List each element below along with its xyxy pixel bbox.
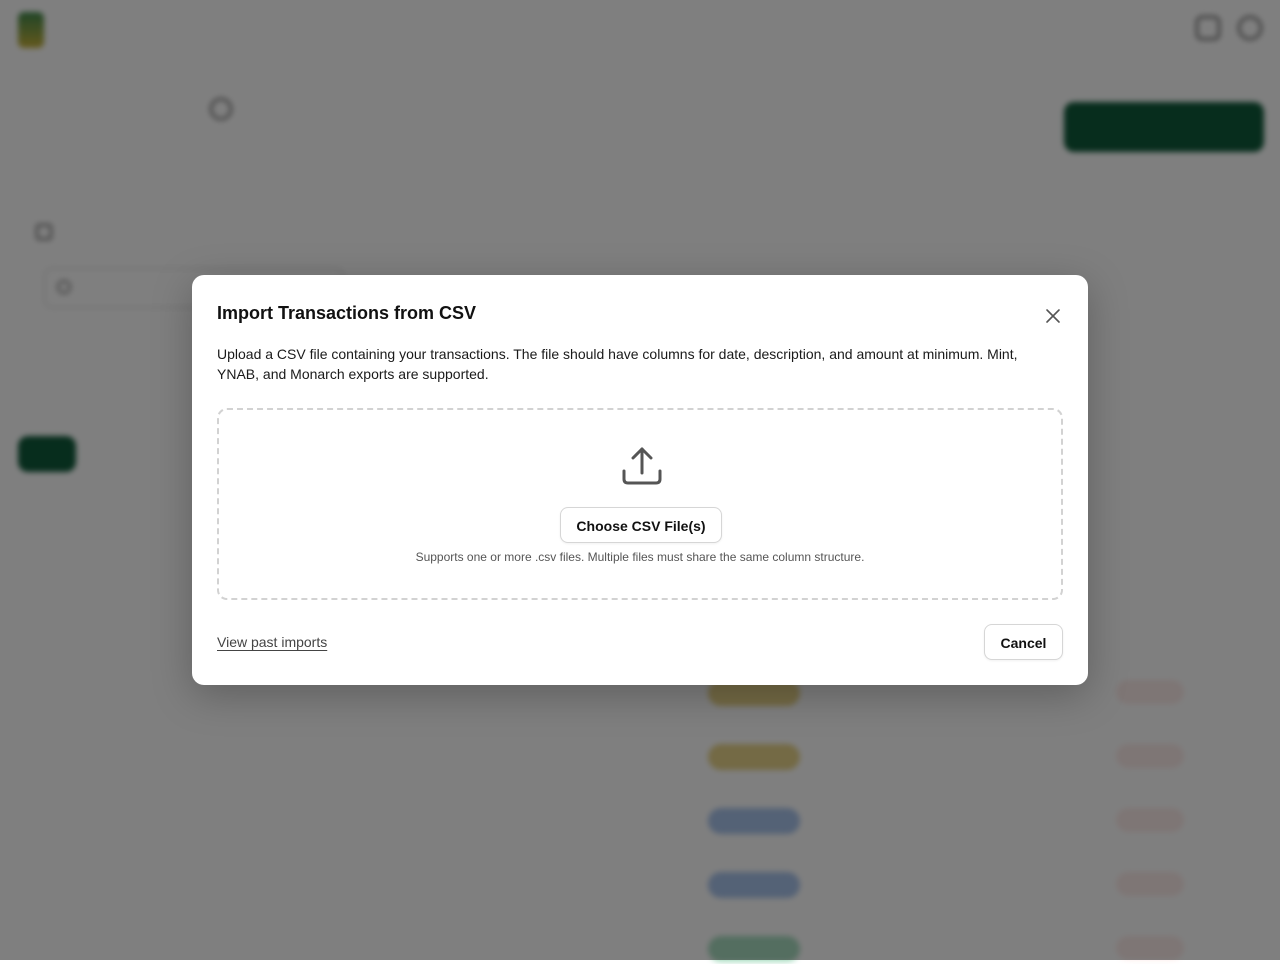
close-icon [1046,309,1060,323]
cancel-button[interactable]: Cancel [984,624,1063,660]
close-button[interactable] [1040,303,1066,329]
import-csv-dialog: Import Transactions from CSV Upload a CS… [192,275,1088,685]
dialog-description: Upload a CSV file containing your transa… [217,346,1018,382]
dialog-title: Import Transactions from CSV [217,303,477,323]
supported-files-hint: Supports one or more .csv files. Multipl… [415,550,865,564]
upload-icon [622,447,662,485]
csv-dropzone[interactable]: Choose CSV File(s) Supports one or more … [217,408,1063,600]
choose-csv-files-button[interactable]: Choose CSV File(s) [560,507,722,543]
view-past-imports-link[interactable]: View past imports [217,634,327,650]
